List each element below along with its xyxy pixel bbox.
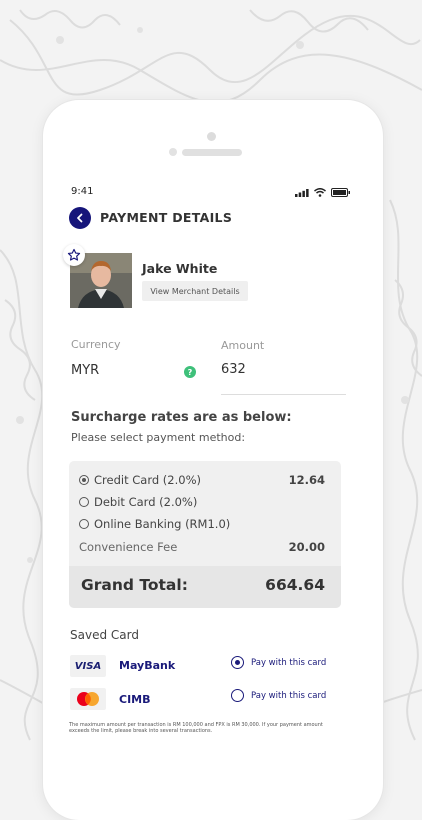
status-icons xyxy=(295,188,351,197)
chevron-left-icon xyxy=(77,213,83,223)
front-camera xyxy=(207,132,216,141)
amount-input[interactable]: 632 xyxy=(221,362,246,377)
convenience-fee-label: Convenience Fee xyxy=(79,540,178,554)
view-merchant-details-button[interactable]: View Merchant Details xyxy=(142,281,248,301)
visa-logo: VISA xyxy=(70,655,106,677)
surcharge-title: Surcharge rates are as below: xyxy=(71,410,292,425)
radio-unselected[interactable] xyxy=(79,497,89,507)
surcharge-subtitle: Please select payment method: xyxy=(71,431,246,444)
wifi-icon xyxy=(314,188,326,197)
radio-selected[interactable] xyxy=(79,475,89,485)
sensor-dot xyxy=(169,148,177,156)
star-icon xyxy=(67,248,81,261)
surcharge-rates-panel: Credit Card (2.0%) 12.64 Debit Card (2.0… xyxy=(69,461,341,608)
payment-method-label: Online Banking (RM1.0) xyxy=(94,517,231,531)
pay-with-card-radio-cimb[interactable] xyxy=(231,689,244,702)
status-time: 9:41 xyxy=(71,186,94,197)
merchant-name: Jake White xyxy=(142,261,218,276)
speaker-grille xyxy=(182,149,242,156)
transaction-limit-disclaimer: The maximum amount per transaction is RM… xyxy=(69,722,323,734)
pay-with-card-label[interactable]: Pay with this card xyxy=(251,691,326,701)
back-button[interactable] xyxy=(69,207,91,229)
pay-with-card-label[interactable]: Pay with this card xyxy=(251,658,326,668)
amount-underline xyxy=(221,394,346,395)
payment-method-debit-card[interactable]: Debit Card (2.0%) xyxy=(79,495,197,509)
battery-icon xyxy=(331,188,350,197)
credit-card-surcharge-value: 12.64 xyxy=(288,473,325,487)
mastercard-logo xyxy=(70,688,106,710)
convenience-fee-value: 20.00 xyxy=(288,540,325,554)
payment-method-label: Credit Card (2.0%) xyxy=(94,473,201,487)
page-title: PAYMENT DETAILS xyxy=(100,210,233,225)
grand-total-label: Grand Total: xyxy=(81,576,188,594)
payment-method-online-banking[interactable]: Online Banking (RM1.0) xyxy=(79,517,230,531)
mastercard-icon xyxy=(77,692,99,706)
saved-card-bank-cimb: CIMB xyxy=(119,693,151,706)
currency-label: Currency xyxy=(71,338,121,351)
currency-select[interactable]: MYR xyxy=(71,363,99,378)
grand-total-value: 664.64 xyxy=(265,576,325,594)
amount-label: Amount xyxy=(221,339,265,352)
payment-method-credit-card[interactable]: Credit Card (2.0%) xyxy=(79,473,201,487)
signal-icon xyxy=(295,188,309,197)
payment-method-label: Debit Card (2.0%) xyxy=(94,495,198,509)
phone-frame: 9:41 PAYMENT DETAILS Jake White View Mer… xyxy=(43,100,383,820)
help-icon[interactable]: ? xyxy=(184,366,196,378)
saved-card-title: Saved Card xyxy=(70,628,139,642)
saved-card-bank-maybank: MayBank xyxy=(119,659,176,672)
radio-unselected[interactable] xyxy=(79,519,89,529)
pay-with-card-radio-maybank[interactable] xyxy=(231,656,244,669)
favorite-button[interactable] xyxy=(63,244,85,266)
